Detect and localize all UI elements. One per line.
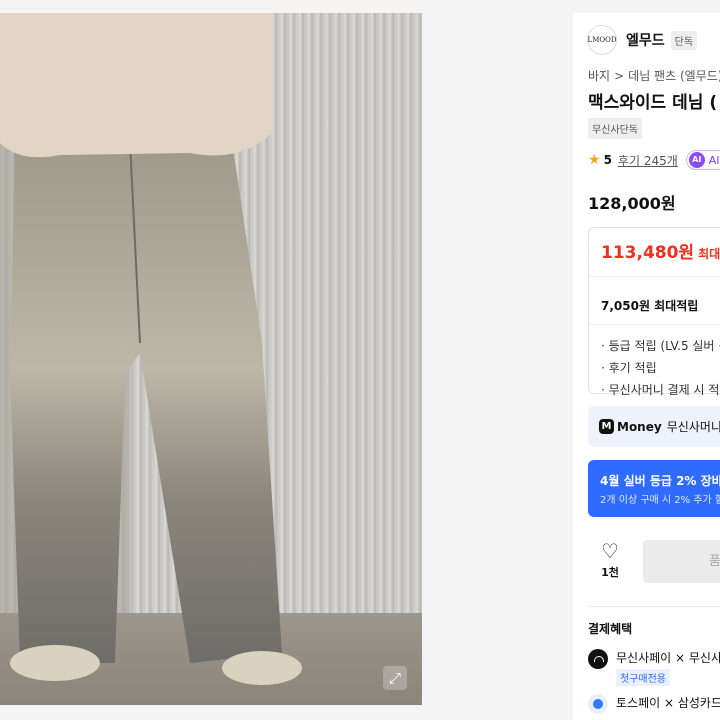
like-count: 1천 [601, 566, 619, 579]
price-benefit-box: 113,480원최대혜택 7,050원 최대적립 · 등급 적립 (LV.5 실… [588, 227, 720, 397]
money-label: Money [617, 419, 662, 434]
points-list: · 등급 적립 (LV.5 실버 · 1 · 후기 적립 · 무신사머니 결제 … [601, 337, 720, 403]
chevron-right-icon: > [614, 69, 625, 83]
grade-promo-banner[interactable]: 4월 실버 등급 2% 장바구 2개 이상 구매 시 2% 추가 할 [588, 460, 720, 517]
max-benefit-label: 최대혜택 [698, 247, 720, 261]
purchase-button[interactable]: 품 [643, 540, 720, 583]
star-icon: ★ [588, 152, 601, 168]
sale-price-row[interactable]: 113,480원최대혜택 [601, 238, 720, 263]
divider [589, 324, 720, 325]
money-text: 무신사머니 [666, 420, 720, 434]
expand-icon[interactable]: ⤢ [383, 666, 407, 690]
product-page: ⤢ LMOOD 엘무드 단독 바지 > 데님 팬츠 (엘무드) 맥스와이드 데님 (… [0, 0, 720, 720]
points-item-review: · 후기 적립 [601, 361, 657, 375]
sale-price: 113,480원 [601, 243, 695, 263]
toss-pay-icon [588, 694, 608, 714]
product-image[interactable]: ⤢ [0, 13, 422, 705]
brand-name[interactable]: 엘무드 [626, 30, 665, 50]
jeans-illustration [0, 13, 302, 685]
brand-row[interactable]: LMOOD 엘무드 단독 [587, 25, 698, 55]
payment-benefit-content: 무신사페이 × 무신사현 첫구매전용 [616, 649, 720, 686]
breadcrumb-item-subcategory[interactable]: 데님 팬츠 (엘무드) [628, 69, 720, 83]
payment-benefits-title: 결제혜택 [588, 622, 633, 636]
ai-summary-label: AI 요 [708, 154, 720, 167]
promo-title: 4월 실버 등급 2% 장바구 [600, 474, 720, 488]
breadcrumb: 바지 > 데님 팬츠 (엘무드) [588, 67, 720, 84]
musinsa-money-banner[interactable]: M Money 무신사머니 [588, 406, 720, 447]
rating-row: ★ 5 후기 245개 AI AI 요 [588, 150, 720, 170]
brand-logo[interactable]: LMOOD [587, 25, 617, 55]
first-purchase-badge: 첫구매전용 [616, 669, 670, 686]
payment-benefit-item[interactable]: 무신사페이 × 무신사현 첫구매전용 [588, 649, 720, 686]
money-icon: M [599, 419, 614, 434]
payment-benefit-name: 무신사페이 × 무신사현 [616, 651, 720, 665]
like-button[interactable]: ♡ 1천 [588, 540, 632, 584]
ai-icon: AI [688, 152, 705, 168]
heart-icon: ♡ [601, 539, 619, 563]
ai-summary-button[interactable]: AI AI 요 [685, 150, 720, 170]
points-total: 7,050원 최대적립 [601, 299, 699, 313]
points-item-money: · 무신사머니 결제 시 적립 [601, 383, 720, 397]
divider [588, 606, 720, 607]
divider [589, 276, 720, 277]
payment-benefit-item[interactable]: 토스페이 × 삼성카드 [588, 694, 720, 714]
breadcrumb-item-category[interactable]: 바지 [588, 69, 610, 83]
brand-exclusive-badge: 단독 [670, 30, 698, 50]
rating-value: 5 [603, 153, 612, 167]
exclusive-badge: 무신사단독 [588, 118, 642, 139]
points-item-grade: · 등급 적립 (LV.5 실버 · 1 [601, 339, 720, 353]
product-title: 맥스와이드 데님 ( 4 [588, 93, 720, 113]
payment-benefit-name: 토스페이 × 삼성카드 [616, 696, 720, 710]
original-price: 128,000원 [588, 194, 676, 213]
musinsa-pay-icon [588, 649, 608, 669]
product-info-panel: LMOOD 엘무드 단독 바지 >데님 팬츠 (엘무드) 맥스와이드 데님 ( 4… [573, 13, 720, 720]
review-count-link[interactable]: 후기 245개 [618, 152, 678, 169]
promo-subtitle: 2개 이상 구매 시 2% 추가 할 [600, 495, 720, 506]
